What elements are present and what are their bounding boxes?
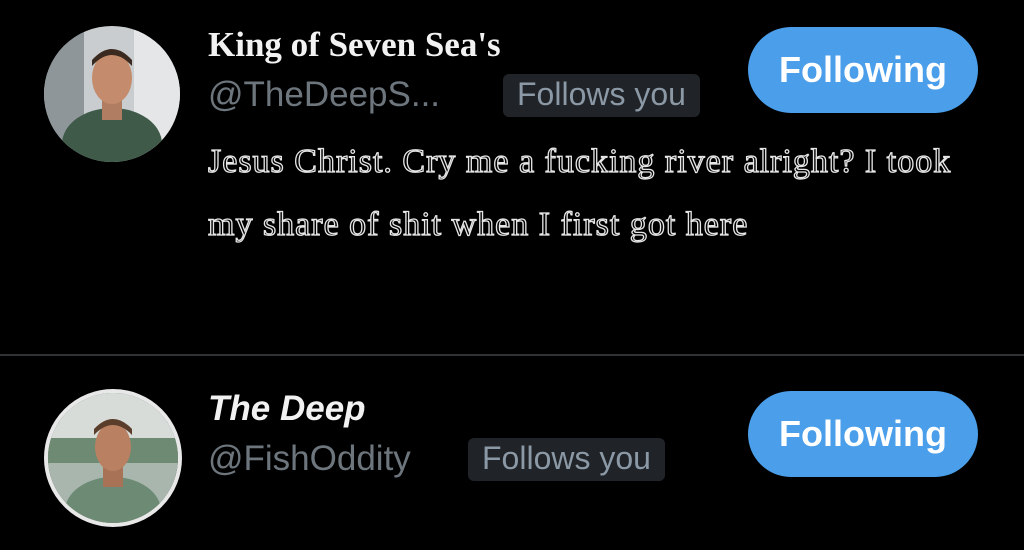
avatar[interactable]	[44, 389, 182, 527]
bio-text: Jesus Christ. Cry me a fucking river alr…	[207, 142, 952, 243]
following-button[interactable]: Following	[748, 27, 978, 113]
user-handle: @FishOddity	[208, 439, 411, 478]
avatar[interactable]	[44, 26, 180, 162]
display-name: King of Seven Sea's	[208, 25, 501, 64]
display-name: The Deep	[208, 389, 366, 428]
user-handle: @TheDeepS...	[208, 75, 441, 114]
following-button[interactable]: Following	[748, 391, 978, 477]
follows-you-badge: Follows you	[468, 438, 665, 481]
follows-you-badge: Follows you	[503, 74, 700, 117]
